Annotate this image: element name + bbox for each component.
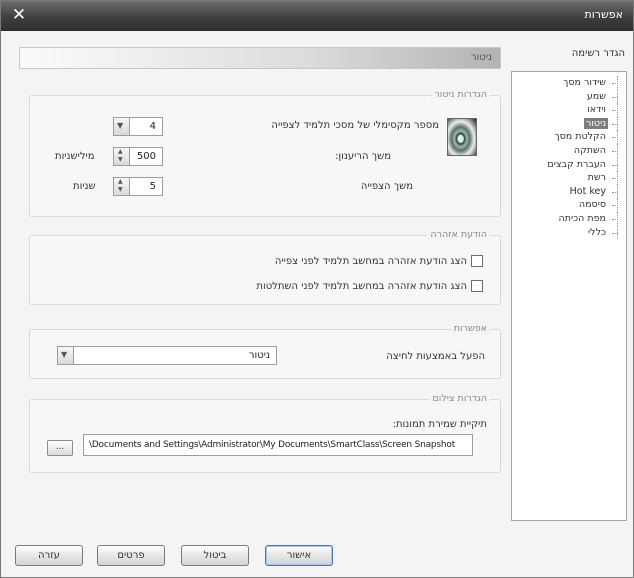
alert-before-view-label: הצג הודעת אזהרה במחשב תלמיד לפני צפייה [274, 255, 467, 267]
monitor-settings-legend: הגדרות ניטור [431, 89, 490, 100]
tree-item-network[interactable]: רשת [512, 171, 626, 185]
view-unit: שניות [73, 181, 96, 192]
alert-before-view-checkbox[interactable] [471, 255, 483, 267]
tree-item-video[interactable]: וידאו [512, 103, 626, 117]
tree-item-mute[interactable]: השתקה [512, 143, 626, 158]
settings-tree: שידור מסך שמע וידאו ניטור הקלטת מסך השתק… [511, 71, 627, 521]
tree-item-general[interactable]: כללי [512, 225, 626, 240]
tree-item-password[interactable]: סיסמה [512, 198, 626, 212]
options-legend: אפשרות [450, 323, 490, 334]
alert-before-control-row[interactable]: הצג הודעת אזהרה במחשב תלמיד לפני השתלטות [256, 280, 483, 292]
tree-item-screen-broadcast[interactable]: שידור מסך [512, 76, 626, 90]
browse-button[interactable]: ... [47, 440, 73, 456]
section-title: ניטור [470, 52, 492, 63]
title-bar: ✕ אפשרות [1, 1, 633, 31]
up-down-icon[interactable] [114, 178, 130, 195]
double-click-select[interactable]: ניטור [57, 346, 277, 365]
options-dialog: ✕ אפשרות הגדר רשימה שידור מסך שמע וידאו … [0, 0, 634, 578]
ok-button[interactable]: אישור [265, 545, 333, 566]
details-button[interactable]: פרטים [97, 545, 165, 566]
refresh-unit: מילישניות [55, 151, 95, 162]
view-label: משך הצפייה [360, 181, 413, 192]
tree-item-hotkey[interactable]: Hot key [512, 184, 626, 199]
snapshot-folder-input[interactable]: \Documents and Settings\Administrator\My… [83, 434, 473, 456]
alert-before-view-row[interactable]: הצג הודעת אזהרה במחשב תלמיד לפני צפייה [275, 255, 483, 267]
chevron-down-icon[interactable] [58, 347, 74, 364]
alert-before-control-label: הצג הודעת אזהרה במחשב תלמיד לפני השתלטות [256, 280, 467, 292]
monitor-settings-group: הגדרות ניטור [29, 89, 501, 217]
capture-settings-legend: הגדרות צילום [429, 393, 490, 404]
help-button[interactable]: עזרה [15, 545, 83, 566]
max-screens-select[interactable]: 4 [113, 117, 163, 136]
tree-item-screen-record[interactable]: הקלטת מסך [512, 130, 626, 144]
view-stepper[interactable]: 5 [113, 177, 163, 196]
max-screens-label: מספר מקסימלי של מסכי תלמיד לצפייה [271, 120, 439, 131]
close-icon[interactable]: ✕ [9, 5, 29, 25]
tree-item-file-transfer[interactable]: העברת קבצים [512, 157, 626, 172]
cancel-button[interactable]: ביטול [181, 545, 249, 566]
chevron-down-icon[interactable] [114, 118, 130, 135]
tree-item-audio[interactable]: שמע [512, 89, 626, 104]
folder-label: תיקיית שמירת תמונות: [392, 419, 487, 430]
window-title: אפשרות [584, 8, 623, 21]
refresh-stepper[interactable]: 500 [113, 147, 163, 166]
up-down-icon[interactable] [114, 148, 130, 165]
alert-messages-group: הודעת אזהרה [29, 229, 501, 305]
refresh-label: משך הריענון: [335, 151, 391, 162]
tree-caption: הגדר רשימה [571, 48, 625, 59]
alert-messages-legend: הודעת אזהרה [427, 229, 490, 240]
section-header: ניטור [19, 47, 501, 69]
tree-item-class-map[interactable]: מפת הכיתה [512, 211, 626, 226]
tree-item-monitor[interactable]: ניטור [512, 116, 626, 131]
eye-icon [447, 118, 477, 156]
alert-before-control-checkbox[interactable] [471, 280, 483, 292]
double-click-label: הפעל באמצעות לחיצה [386, 351, 485, 362]
